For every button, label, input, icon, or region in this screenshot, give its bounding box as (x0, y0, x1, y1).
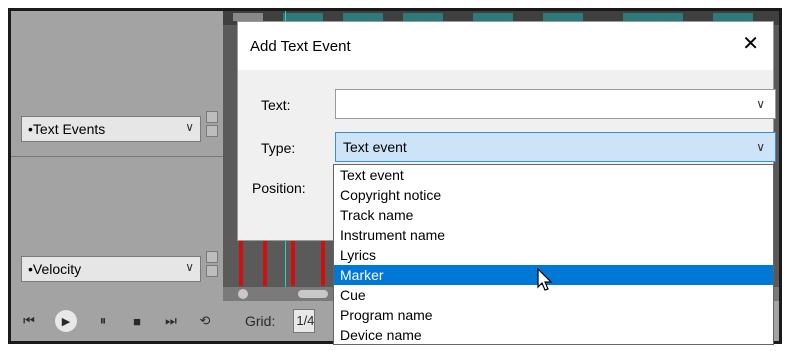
chevron-down-icon: ∨ (756, 97, 765, 111)
play-icon: ▶ (61, 315, 71, 328)
dialog-titlebar: Add Text Event (238, 22, 773, 70)
text-label: Text: (261, 97, 291, 113)
type-option[interactable]: Track name (334, 205, 773, 225)
type-label: Type: (261, 140, 296, 156)
lane-selector-label: •Velocity (28, 261, 82, 277)
chevron-down-icon: ∨ (756, 140, 765, 154)
type-dropdown-list: Text event Copyright notice Track name I… (333, 164, 774, 345)
mouse-pointer-icon (537, 268, 553, 291)
type-option[interactable]: Instrument name (334, 225, 773, 245)
chevron-down-icon: ∨ (185, 120, 194, 134)
zoom-knob[interactable] (238, 289, 248, 299)
grid-select[interactable]: 1/4 (293, 309, 316, 333)
type-option[interactable]: Program name (334, 305, 773, 325)
pause-icon[interactable]: ⏸ (95, 313, 111, 329)
lane-selector-label: •Text Events (28, 121, 106, 137)
dialog-title: Add Text Event (250, 37, 351, 55)
type-combobox[interactable]: Text event ∨ (335, 132, 776, 162)
type-value: Text event (343, 139, 407, 155)
lane-divider[interactable] (11, 156, 223, 157)
stop-icon[interactable]: ■ (129, 314, 145, 329)
close-icon[interactable]: ✕ (742, 34, 759, 54)
lane-selector-velocity[interactable]: •Velocity ∨ (21, 256, 201, 282)
grid-label: Grid: (245, 313, 276, 329)
position-label: Position: (252, 180, 306, 196)
text-combobox[interactable]: ∨ (335, 89, 776, 119)
play-button[interactable]: ▶ (55, 310, 77, 332)
scroll-thumb[interactable] (298, 290, 328, 298)
type-option[interactable]: Lyrics (334, 245, 773, 265)
skip-forward-icon[interactable]: ⏭ (163, 313, 179, 329)
lane-header-panel: •Text Events ∨ •Velocity ∨ (11, 11, 223, 341)
chevron-down-icon: ∨ (185, 260, 194, 274)
loop-icon[interactable]: ⟲ (197, 313, 213, 329)
type-option[interactable]: Device name (334, 325, 773, 345)
lane-mini-buttons[interactable] (206, 251, 218, 279)
skip-back-icon[interactable]: ⏮ (21, 313, 37, 329)
type-option[interactable]: Copyright notice (334, 185, 773, 205)
type-option-highlighted[interactable]: Marker (334, 265, 773, 285)
lane-selector-text-events[interactable]: •Text Events ∨ (21, 116, 201, 142)
lane-mini-buttons[interactable] (206, 111, 218, 139)
type-option[interactable]: Text event (334, 165, 773, 185)
type-option[interactable]: Cue (334, 285, 773, 305)
